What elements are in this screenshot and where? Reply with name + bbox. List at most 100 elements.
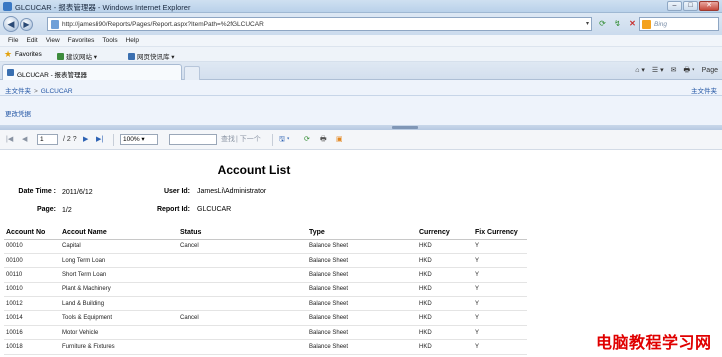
table-cell: Balance Sheet xyxy=(307,253,417,269)
export-icon[interactable]: 🖫 ▾ xyxy=(279,135,290,145)
table-row: 10014 Tools & Equipment Cancel Balance Shee… xyxy=(4,310,527,326)
table-cell: Y xyxy=(473,282,527,298)
col-type: Type xyxy=(307,227,417,240)
page-value: 1/2 xyxy=(62,207,72,214)
address-row: ◀ ▶ http://jamesli90/Reports/Pages/Repor… xyxy=(0,13,722,35)
title-bar: GLCUCAR - 报表管理器 - Windows Internet Explo… xyxy=(0,0,722,13)
page-number-input[interactable]: 1 xyxy=(37,134,58,145)
menu-tools[interactable]: Tools xyxy=(98,35,121,46)
tab-title: GLCUCAR - 报表管理器 xyxy=(17,72,88,79)
menu-view[interactable]: View xyxy=(42,35,64,46)
table-cell: HKD xyxy=(417,296,473,312)
url-text[interactable]: http://jamesli90/Reports/Pages/Report.as… xyxy=(62,21,264,28)
table-row: 00110 Short Term Loan Balance Sheet HKD Y xyxy=(4,267,527,283)
table-cell xyxy=(178,325,307,341)
minimize-button[interactable]: – xyxy=(667,1,682,11)
atom-feed-icon[interactable]: ▣ xyxy=(336,135,343,145)
table-cell: Tools & Equipment xyxy=(60,310,178,326)
table-cell: Y xyxy=(473,325,527,341)
print-icon[interactable]: 🖶 ▾ xyxy=(683,66,694,76)
table-cell: Y xyxy=(473,267,527,283)
table-cell xyxy=(178,267,307,283)
table-cell: HKD xyxy=(417,325,473,341)
mail-icon[interactable]: ✉ xyxy=(671,66,677,76)
address-bar[interactable]: http://jamesli90/Reports/Pages/Report.as… xyxy=(47,17,592,31)
table-cell: 10010 xyxy=(4,282,60,298)
table-row: 00100 Long Term Loan Balance Sheet HKD Y xyxy=(4,253,527,269)
table-cell: 10012 xyxy=(4,296,60,312)
next-page-button[interactable]: ▶ xyxy=(83,135,88,145)
favorites-label[interactable]: Favorites xyxy=(15,51,42,58)
feeds-icon[interactable]: ☰ ▾ xyxy=(652,66,664,76)
table-cell: Balance Sheet xyxy=(307,282,417,298)
table-row: 10018 Furniture & Fixtures Balance Sheet HK… xyxy=(4,339,527,355)
table-cell: Balance Sheet xyxy=(307,310,417,326)
refresh-icon[interactable]: ⟳ xyxy=(597,18,608,29)
menu-edit[interactable]: Edit xyxy=(22,35,41,46)
change-credentials-link[interactable]: 更改凭据 xyxy=(5,108,31,118)
favorites-bar: ★ Favorites 建议网站 ▾ 网页快讯库 ▾ xyxy=(0,47,722,62)
table-cell: Plant & Machinery xyxy=(60,282,178,298)
col-account-no: Account No xyxy=(4,227,60,240)
home-icon[interactable]: ⌂ ▾ xyxy=(635,66,645,76)
page-label: Page: xyxy=(36,206,56,213)
table-header-row: Account No Accout Name Status Type Curre… xyxy=(4,227,527,240)
home-folder-link[interactable]: 主文件夹 xyxy=(691,85,717,95)
new-tab-button[interactable] xyxy=(184,66,200,80)
col-account-name: Accout Name xyxy=(60,227,178,240)
close-button[interactable]: ✕ xyxy=(699,1,719,11)
tab-bar: GLCUCAR - 报表管理器 ⌂ ▾ ☰ ▾ ✉ 🖶 ▾ Page xyxy=(0,62,722,80)
table-cell xyxy=(178,339,307,355)
prev-page-button[interactable]: ◀ xyxy=(22,135,27,145)
breadcrumb-home[interactable]: 主文件夹 xyxy=(5,88,31,95)
chevron-down-icon[interactable]: ▾ xyxy=(586,20,589,27)
breadcrumb: 主文件夹 > GLCUCAR xyxy=(5,88,73,95)
last-page-button[interactable]: ▶| xyxy=(96,135,103,145)
zoom-select[interactable]: 100% ▾ xyxy=(120,134,158,145)
table-cell: HKD xyxy=(417,339,473,355)
back-button[interactable]: ◀ xyxy=(3,16,19,32)
fav-suggested-sites[interactable]: 建议网站 ▾ xyxy=(57,51,97,61)
search-placeholder[interactable]: Bing xyxy=(654,21,667,28)
find-button[interactable]: 查找 xyxy=(221,135,235,145)
table-cell: HKD xyxy=(417,310,473,326)
table-row: 10010 Plant & Machinery Balance Sheet HKD Y xyxy=(4,282,527,298)
table-cell: Y xyxy=(473,339,527,355)
col-status: Status xyxy=(178,227,307,240)
compat-icon[interactable]: ↯ xyxy=(612,18,623,29)
suggested-sites-icon xyxy=(57,53,64,60)
find-input[interactable] xyxy=(169,134,217,145)
first-page-button[interactable]: |◀ xyxy=(6,135,13,145)
stop-icon[interactable]: ✕ xyxy=(627,18,638,29)
page-menu[interactable]: Page xyxy=(702,66,718,76)
table-cell: 10016 xyxy=(4,325,60,341)
date-value: 2011/6/12 xyxy=(62,189,93,196)
maximize-button[interactable]: □ xyxy=(683,1,698,11)
page-count: / 2 ? xyxy=(63,136,77,143)
menu-favorites[interactable]: Favorites xyxy=(64,35,99,46)
breadcrumb-report[interactable]: GLCUCAR xyxy=(41,88,73,95)
table-cell: Y xyxy=(473,296,527,312)
next-match-button[interactable]: | 下一个 xyxy=(236,135,261,145)
report-manager-header: 主文件夹 > GLCUCAR 主文件夹 更改凭据 xyxy=(0,80,722,130)
table-cell: Cancel xyxy=(178,310,307,326)
fav-web-slice-label: 网页快讯库 ▾ xyxy=(137,54,175,61)
table-cell: Cancel xyxy=(178,239,307,254)
fav-web-slice[interactable]: 网页快讯库 ▾ xyxy=(128,51,175,61)
refresh-report-icon[interactable]: ⟳ xyxy=(304,135,310,145)
print-report-icon[interactable]: 🖶 xyxy=(320,135,327,145)
report-title: Account List xyxy=(217,163,291,177)
toolbar-separator xyxy=(113,134,114,146)
menu-file[interactable]: File xyxy=(4,35,22,46)
forward-button[interactable]: ▶ xyxy=(20,18,33,31)
ie-icon xyxy=(3,2,12,11)
table-cell: Furniture & Fixtures xyxy=(60,339,178,355)
table-row: 10016 Motor Vehicle Balance Sheet HKD Y xyxy=(4,325,527,341)
tab-report[interactable]: GLCUCAR - 报表管理器 xyxy=(2,64,182,80)
splitter-grip-icon[interactable] xyxy=(392,126,418,129)
star-icon[interactable]: ★ xyxy=(4,49,12,59)
menu-help[interactable]: Help xyxy=(122,35,143,46)
table-cell: HKD xyxy=(417,239,473,254)
search-box[interactable]: Bing xyxy=(639,17,719,31)
site-watermark: 电脑教程学习网 xyxy=(596,333,712,352)
